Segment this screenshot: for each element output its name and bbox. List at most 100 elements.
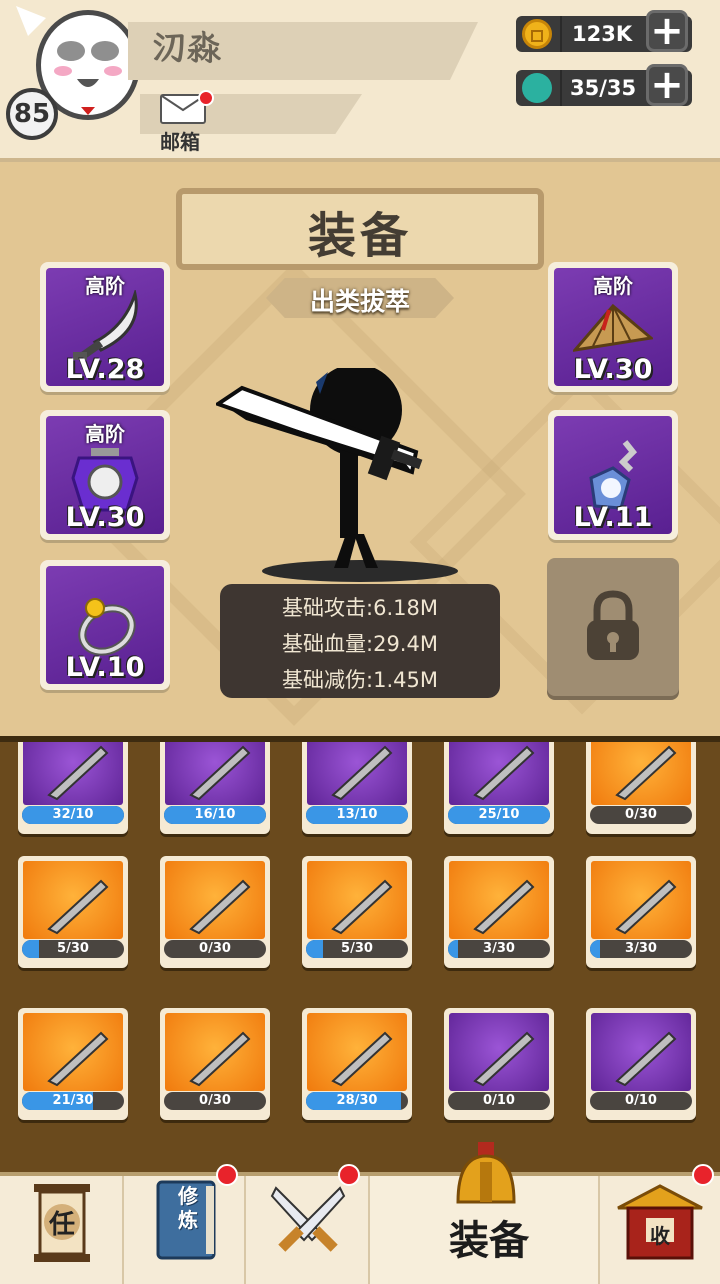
blade-icon bbox=[615, 745, 677, 801]
nav-battle-dot bbox=[338, 1164, 360, 1186]
item-background bbox=[307, 861, 407, 939]
slot-level-label: LV.10 bbox=[65, 652, 145, 683]
inventory-item[interactable]: 13/10 bbox=[302, 742, 412, 834]
inventory-item[interactable]: 28/30 bbox=[302, 1008, 412, 1120]
item-background bbox=[449, 742, 549, 805]
nav-cultivate-label: 修炼 bbox=[178, 1184, 198, 1232]
stat-health: 基础血量:29.4M bbox=[282, 632, 438, 656]
vest-icon bbox=[331, 1031, 393, 1087]
inventory-item[interactable]: 3/30 bbox=[586, 856, 696, 968]
nav-battle[interactable] bbox=[246, 1164, 370, 1284]
inventory-grid: 32/10 16/10 13/10 25/10 0/30 5/30 0/30 5/30 3/30… bbox=[0, 736, 720, 1182]
slot-tier-label: 高阶 bbox=[85, 274, 125, 298]
sword-icon bbox=[331, 879, 393, 935]
inventory-item[interactable]: 32/10 bbox=[18, 742, 128, 834]
nav-cultivate-dot bbox=[216, 1164, 238, 1186]
player-name: 𣱼淼 bbox=[152, 28, 222, 68]
energy-orb-icon bbox=[522, 73, 552, 103]
nav-tasks[interactable]: 任 bbox=[0, 1176, 124, 1284]
item-count: 28/30 bbox=[336, 1093, 378, 1108]
inventory-item[interactable]: 0/10 bbox=[586, 1008, 696, 1120]
divider bbox=[560, 70, 562, 106]
inventory-item[interactable]: 3/30 bbox=[444, 856, 554, 968]
stat-attack: 基础攻击:6.18M bbox=[282, 596, 438, 620]
hat-icon bbox=[615, 1031, 677, 1087]
item-count: 0/30 bbox=[199, 1093, 231, 1108]
item-count: 3/30 bbox=[625, 941, 657, 956]
sword-icon bbox=[47, 879, 109, 935]
cloak-icon bbox=[189, 1031, 251, 1087]
item-background bbox=[165, 861, 265, 939]
item-background bbox=[23, 861, 123, 939]
item-count: 5/30 bbox=[57, 941, 89, 956]
inventory-item[interactable]: 0/30 bbox=[586, 742, 696, 834]
stat-damage-reduction: 基础减伤:1.45M bbox=[282, 668, 438, 692]
padlock-icon bbox=[587, 590, 639, 660]
item-background bbox=[165, 1013, 265, 1091]
page-subtitle: 出类拔萃 bbox=[309, 287, 410, 316]
item-count: 0/10 bbox=[483, 1093, 515, 1108]
item-background bbox=[23, 742, 123, 805]
equip-slot-locked[interactable] bbox=[547, 558, 679, 696]
mailbox-label: 邮箱 bbox=[160, 130, 200, 154]
hat-icon bbox=[47, 1031, 109, 1087]
item-background bbox=[591, 742, 691, 805]
inventory-item[interactable]: 21/30 bbox=[18, 1008, 128, 1120]
stickman-hero bbox=[216, 368, 423, 568]
nav-shop[interactable]: 收 bbox=[600, 1164, 720, 1284]
inventory-item[interactable]: 5/30 bbox=[18, 856, 128, 968]
mail-notification-dot bbox=[198, 90, 214, 106]
inventory-item[interactable]: 0/30 bbox=[160, 1008, 270, 1120]
slot-tier-label: 高阶 bbox=[85, 422, 125, 446]
item-background bbox=[23, 1013, 123, 1091]
inventory-item[interactable]: 5/30 bbox=[302, 856, 412, 968]
slot-tier-label: 高阶 bbox=[593, 274, 633, 298]
item-background bbox=[165, 742, 265, 805]
nav-shop-label: 收 bbox=[650, 1224, 670, 1248]
item-count: 0/30 bbox=[199, 941, 231, 956]
nav-tasks-label: 任 bbox=[48, 1210, 75, 1240]
equip-slot-hat[interactable]: 高阶 LV.30 bbox=[548, 262, 678, 392]
nav-cultivate[interactable]: 修炼 bbox=[124, 1164, 246, 1284]
scroll-icon bbox=[189, 745, 251, 801]
ring-icon bbox=[615, 879, 677, 935]
item-count: 3/30 bbox=[483, 941, 515, 956]
staff-icon bbox=[189, 879, 251, 935]
inventory-item[interactable]: 0/30 bbox=[160, 856, 270, 968]
inventory-item[interactable]: 0/10 bbox=[444, 1008, 554, 1120]
shield-icon bbox=[331, 745, 393, 801]
add-gold-button[interactable]: + bbox=[646, 10, 688, 52]
slot-level-label: LV.28 bbox=[65, 354, 145, 385]
item-background bbox=[307, 1013, 407, 1091]
slot-level-label: LV.30 bbox=[65, 502, 145, 533]
item-background bbox=[591, 861, 691, 939]
item-background bbox=[449, 861, 549, 939]
nav-shop-dot bbox=[692, 1164, 714, 1186]
player-level-badge: 85 bbox=[6, 88, 58, 140]
add-stamina-button[interactable]: + bbox=[646, 64, 688, 106]
nav-equipment-label: 装备 bbox=[449, 1218, 529, 1264]
inventory-item[interactable]: 25/10 bbox=[444, 742, 554, 834]
item-count: 16/10 bbox=[194, 807, 236, 822]
item-count: 0/10 bbox=[625, 1093, 657, 1108]
mask-face-icon bbox=[54, 41, 122, 115]
item-count: 25/10 bbox=[478, 807, 520, 822]
slot-level-label: LV.30 bbox=[573, 354, 653, 385]
mailbox-button[interactable]: 邮箱 bbox=[158, 90, 214, 154]
equip-slot-ring[interactable]: LV.10 bbox=[40, 560, 170, 690]
stats-panel: 基础攻击:6.18M 基础血量:29.4M 基础减伤:1.45M bbox=[220, 584, 500, 698]
crossed-swords-icon bbox=[270, 1186, 346, 1252]
item-count: 21/30 bbox=[52, 1093, 94, 1108]
equip-slot-weapon[interactable]: 高阶 LV.28 bbox=[40, 262, 170, 392]
armor-icon bbox=[47, 745, 109, 801]
item-count: 13/10 bbox=[336, 807, 378, 822]
inventory-item[interactable]: 16/10 bbox=[160, 742, 270, 834]
equip-slot-amulet[interactable]: LV.11 bbox=[548, 410, 678, 540]
divider bbox=[560, 16, 562, 52]
slot-level-label: LV.11 bbox=[573, 502, 653, 533]
item-background bbox=[449, 1013, 549, 1091]
gold-coin-icon bbox=[522, 19, 552, 49]
sword-icon bbox=[473, 1031, 535, 1087]
item-background bbox=[307, 742, 407, 805]
equip-slot-armor[interactable]: 高阶 LV.30 bbox=[40, 410, 170, 540]
